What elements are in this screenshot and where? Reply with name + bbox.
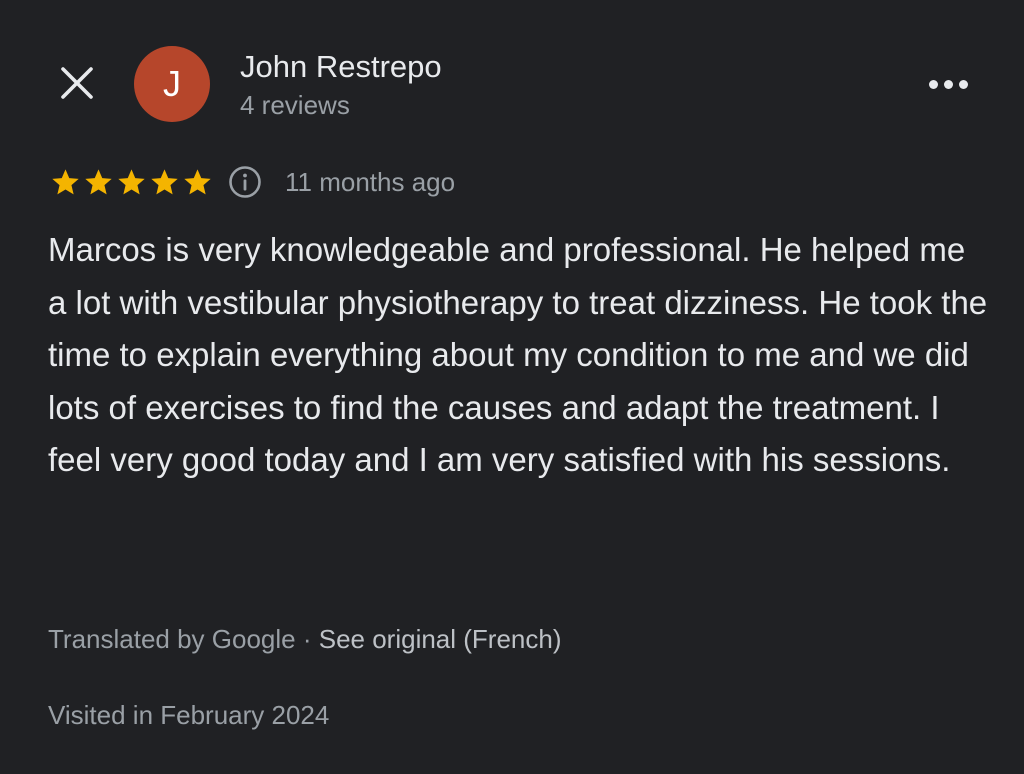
- info-icon: [229, 166, 261, 198]
- star-icon: [151, 168, 178, 194]
- translation-separator: ·: [295, 624, 319, 654]
- see-original-link[interactable]: See original (French): [319, 624, 562, 654]
- info-button[interactable]: [227, 164, 263, 200]
- star-icon: [118, 168, 145, 194]
- review-detail-page: J John Restrepo 4 reviews 11 months ago …: [0, 0, 1024, 774]
- star-rating: [50, 167, 213, 198]
- translated-by-label: Translated by Google: [48, 624, 296, 654]
- author-review-count: 4 reviews: [240, 90, 350, 120]
- rating-row: 11 months ago: [50, 160, 455, 204]
- more-horizontal-icon-dot: [943, 79, 953, 89]
- close-icon: [61, 67, 93, 99]
- review-time: 11 months ago: [285, 166, 456, 197]
- close-button[interactable]: [56, 62, 98, 104]
- star-icon: [52, 168, 79, 194]
- more-horizontal-icon: [928, 79, 938, 89]
- visited-date: Visited in February 2024: [48, 700, 330, 730]
- translation-row: Translated by Google · See original (Fre…: [48, 624, 562, 655]
- more-options-button[interactable]: [922, 66, 974, 102]
- more-horizontal-icon-dot: [958, 79, 968, 89]
- star-icon: [184, 168, 211, 194]
- avatar[interactable]: J: [134, 46, 210, 122]
- author-name[interactable]: John Restrepo: [240, 48, 442, 86]
- star-icon: [85, 168, 112, 194]
- author-info: John Restrepo 4 reviews: [240, 48, 442, 122]
- review-text: Marcos is very knowledgeable and profess…: [48, 231, 988, 479]
